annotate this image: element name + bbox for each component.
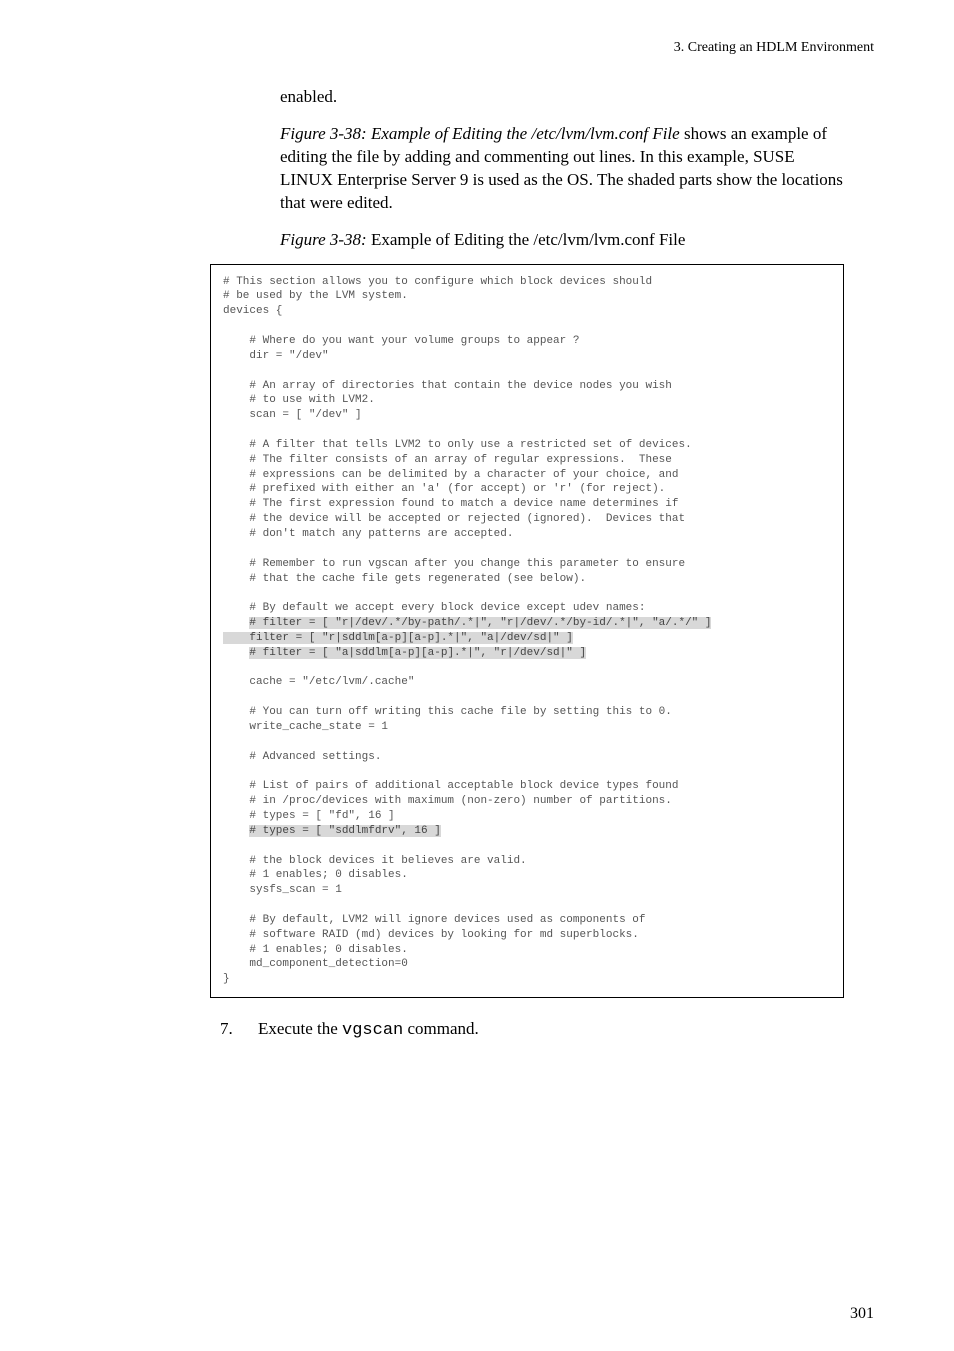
code-line: cache = "/etc/lvm/.cache" — [223, 676, 414, 688]
code-line: # Advanced settings. — [223, 751, 381, 763]
step-text-a: Execute the — [258, 1019, 342, 1038]
code-line: # 1 enables; 0 disables. — [223, 944, 408, 956]
code-line: # Where do you want your volume groups t… — [223, 335, 579, 347]
code-line: # in /proc/devices with maximum (non-zer… — [223, 795, 672, 807]
code-line-highlight: # filter = [ "r|/dev/.*/by-path/.*|", "r… — [249, 617, 711, 629]
code-line: # types = [ "fd", 16 ] — [223, 810, 395, 822]
step-7: 7. Execute the vgscan command. — [220, 1018, 844, 1043]
figure-ref-italic: Figure 3-38: Example of Editing the /etc… — [280, 124, 680, 143]
code-line: # This section allows you to configure w… — [223, 276, 652, 288]
code-line: sysfs_scan = 1 — [223, 884, 342, 896]
code-line-highlight: # filter = [ "a|sddlm[a-p][a-p].*|", "r|… — [249, 647, 586, 659]
step-command: vgscan — [342, 1021, 403, 1040]
running-head: 3. Creating an HDLM Environment — [80, 40, 874, 56]
code-line: } — [223, 973, 230, 985]
code-line-highlight: # types = [ "sddlmfdrv", 16 ] — [249, 825, 440, 837]
code-line: # the block devices it believes are vali… — [223, 855, 527, 867]
code-line-indent — [223, 647, 249, 659]
step-body: Execute the vgscan command. — [258, 1018, 479, 1043]
code-line: # An array of directories that contain t… — [223, 380, 672, 392]
page-number: 301 — [850, 1305, 874, 1323]
page: 3. Creating an HDLM Environment enabled.… — [0, 0, 954, 1351]
code-line: # software RAID (md) devices by looking … — [223, 929, 639, 941]
para-enabled: enabled. — [280, 86, 844, 109]
code-line: scan = [ "/dev" ] — [223, 409, 362, 421]
code-line: # to use with LVM2. — [223, 394, 375, 406]
figure-caption-text: Example of Editing the /etc/lvm/lvm.conf… — [367, 230, 686, 249]
code-line: # By default we accept every block devic… — [223, 602, 645, 614]
code-line: # expressions can be delimited by a char… — [223, 469, 678, 481]
step-number: 7. — [220, 1018, 240, 1043]
code-line: # the device will be accepted or rejecte… — [223, 513, 685, 525]
figure-caption: Figure 3-38: Example of Editing the /etc… — [280, 229, 844, 252]
code-line: # Remember to run vgscan after you chang… — [223, 558, 685, 570]
code-line: md_component_detection=0 — [223, 958, 408, 970]
code-line-indent — [223, 825, 249, 837]
code-line: # prefixed with either an 'a' (for accep… — [223, 483, 665, 495]
code-line: # 1 enables; 0 disables. — [223, 869, 408, 881]
code-line: # The first expression found to match a … — [223, 498, 678, 510]
code-line: # that the cache file gets regenerated (… — [223, 573, 586, 585]
code-line: # A filter that tells LVM2 to only use a… — [223, 439, 692, 451]
code-line-highlight: filter = [ "r|sddlm[a-p][a-p].*|", "a|/d… — [223, 632, 573, 644]
code-line: # List of pairs of additional acceptable… — [223, 780, 678, 792]
code-line: # By default, LVM2 will ignore devices u… — [223, 914, 645, 926]
code-line: # be used by the LVM system. — [223, 290, 408, 302]
code-line: write_cache_state = 1 — [223, 721, 388, 733]
code-line: # don't match any patterns are accepted. — [223, 528, 513, 540]
para-intro: Figure 3-38: Example of Editing the /etc… — [280, 123, 844, 215]
code-line: # You can turn off writing this cache fi… — [223, 706, 672, 718]
body-text-block: enabled. Figure 3-38: Example of Editing… — [280, 86, 844, 252]
figure-caption-label: Figure 3-38: — [280, 230, 367, 249]
code-line: devices { — [223, 305, 282, 317]
code-line: # The filter consists of an array of reg… — [223, 454, 672, 466]
step-text-b: command. — [403, 1019, 479, 1038]
code-box: # This section allows you to configure w… — [210, 264, 844, 999]
code-line-indent — [223, 617, 249, 629]
code-figure-wrap: # This section allows you to configure w… — [210, 264, 844, 999]
code-line: dir = "/dev" — [223, 350, 329, 362]
